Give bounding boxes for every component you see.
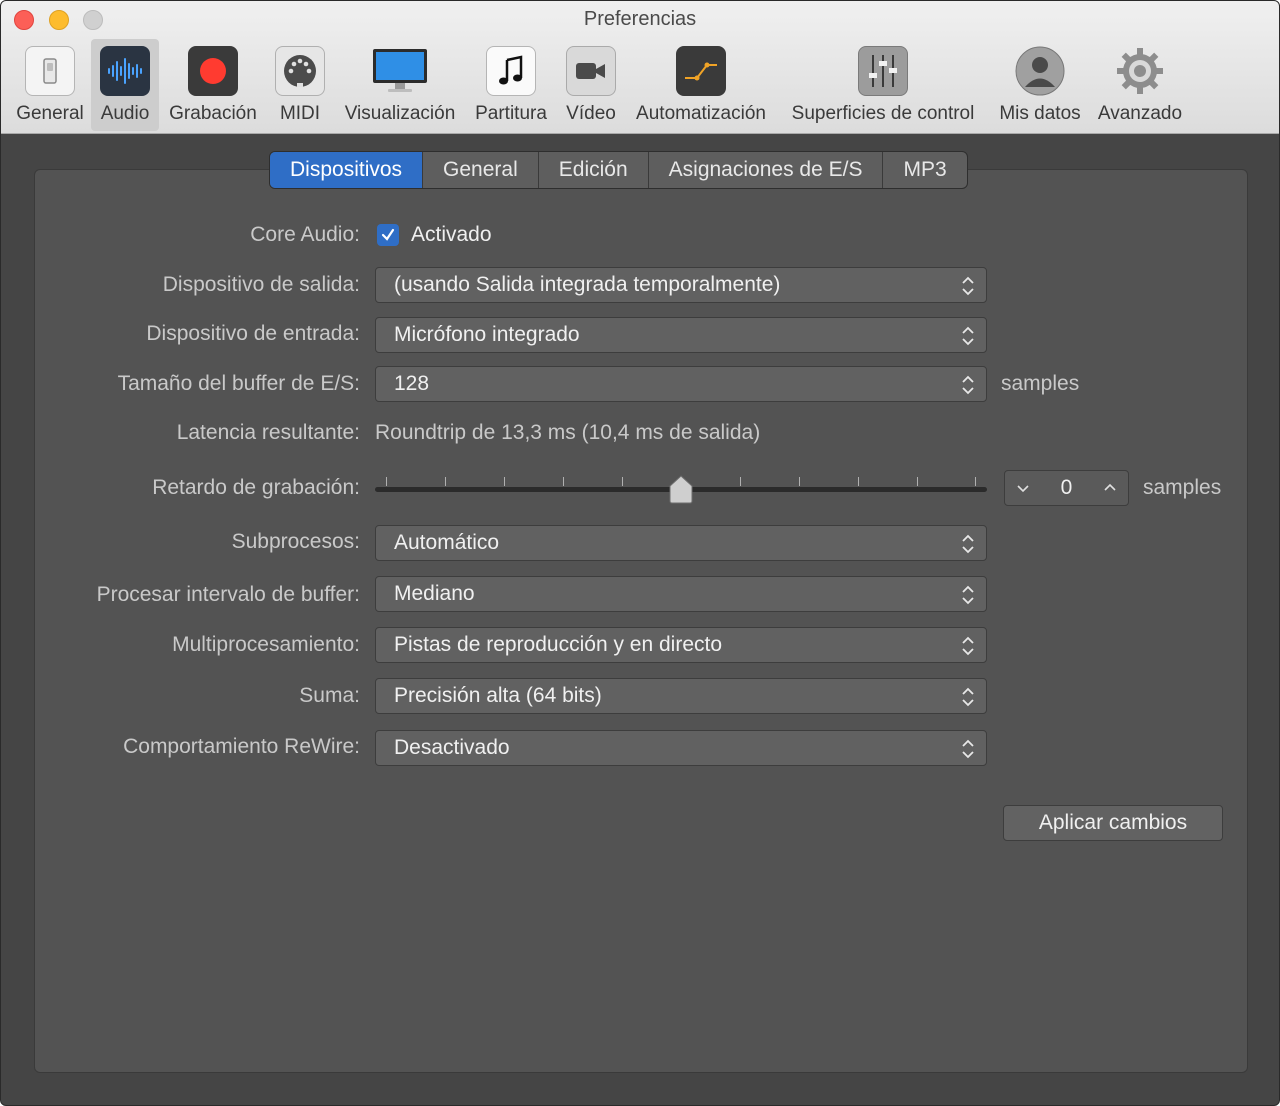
slider-tick [917,477,918,486]
toolbar-item-audio[interactable]: Audio [91,39,159,131]
up-down-chevron-icon [962,636,974,656]
rewire-popup[interactable]: Desactivado [375,730,987,766]
summing-popup[interactable]: Precisión alta (64 bits) [375,678,987,714]
recording-delay-label: Retardo de grabación: [152,476,360,499]
multiprocessing-label: Multiprocesamiento: [172,633,360,656]
toolbar-item-video[interactable]: Vídeo [561,39,621,131]
process-buffer-range-value: Mediano [394,582,475,605]
threads-label: Subprocesos: [231,530,360,553]
recording-delay-stepper[interactable]: 0 [1004,470,1129,506]
tab-bar: Dispositivos General Edición Asignacione… [269,151,968,189]
monitor-icon [370,46,430,96]
buffer-size-popup[interactable]: 128 [375,366,987,402]
recording-delay-unit: samples [1143,476,1222,499]
gear-icon [1115,46,1165,96]
chevron-up-icon[interactable] [1100,478,1120,498]
video-camera-icon [566,46,616,96]
toolbar-item-control-surfaces[interactable]: Superficies de control [781,39,985,131]
toolbar-label: Partitura [475,103,547,124]
up-down-chevron-icon [962,326,974,346]
up-down-chevron-icon [962,276,974,296]
toolbar-item-display[interactable]: Visualización [339,39,461,131]
slider-tick [975,477,976,486]
input-device-label: Dispositivo de entrada: [146,322,360,345]
output-device-popup[interactable]: (usando Salida integrada temporalmente) [375,267,987,303]
toolbar-label: MIDI [279,103,321,124]
multiprocessing-value: Pistas de reproducción y en directo [394,633,723,656]
summing-value: Precisión alta (64 bits) [394,684,602,707]
tab-general[interactable]: General [422,152,538,188]
toolbar-item-midi[interactable]: MIDI [267,39,333,131]
threads-value: Automático [394,531,500,554]
slider-tick [799,477,800,486]
waveform-icon [100,46,150,96]
midi-connector-icon [275,46,325,96]
toolbar-label: Mis datos [999,103,1081,124]
up-down-chevron-icon [962,375,974,395]
slider-tick [445,477,446,486]
tab-mp3[interactable]: MP3 [882,152,966,188]
toolbar-item-general[interactable]: General [9,39,91,131]
buffer-size-label: Tamaño del buffer de E/S: [117,372,360,395]
music-note-icon [486,46,536,96]
apply-changes-button[interactable]: Aplicar cambios [1003,805,1223,841]
slider-tick [386,477,387,486]
buffer-size-value: 128 [394,372,430,395]
process-buffer-range-label: Procesar intervalo de buffer: [96,583,360,606]
toolbar-label: Superficies de control [791,103,975,124]
multiprocessing-popup[interactable]: Pistas de reproducción y en directo [375,627,987,663]
preferences-window: Preferencias General Audio Grabación MID… [0,0,1280,1106]
slider-tick [563,477,564,486]
faders-icon [858,46,908,96]
input-device-popup[interactable]: Micrófono integrado [375,317,987,353]
window-title: Preferencias [583,8,697,30]
slider-tick [858,477,859,486]
record-icon [188,46,238,96]
latency-value: Roundtrip de 13,3 ms (10,4 ms de salida) [375,421,761,444]
core-audio-checkbox[interactable] [377,224,399,246]
toolbar-label: Automatización [636,103,766,124]
toolbar-label: Vídeo [566,103,616,124]
up-down-chevron-icon [962,687,974,707]
toolbar-label: General [16,103,84,124]
tab-editing[interactable]: Edición [537,152,648,188]
output-device-value: (usando Salida integrada temporalmente) [394,273,781,296]
core-audio-label: Core Audio: [250,223,360,246]
toolbar-label: Avanzado [1097,103,1183,124]
latency-label: Latencia resultante: [176,421,360,444]
toolbar-item-my-info[interactable]: Mis datos [993,39,1087,131]
checkmark-icon [381,228,395,241]
summing-label: Suma: [299,684,360,707]
rewire-value: Desactivado [394,736,510,759]
process-buffer-range-popup[interactable]: Mediano [375,576,987,612]
buffer-size-unit: samples [1001,372,1080,395]
threads-popup[interactable]: Automático [375,525,987,561]
toolbar-label: Grabación [169,103,257,124]
settings-panel [34,169,1248,1073]
toolbar-item-recording[interactable]: Grabación [164,39,262,131]
up-down-chevron-icon [962,739,974,759]
core-audio-checkbox-label[interactable]: Activado [411,223,492,247]
toolbar-label: Visualización [344,103,456,124]
input-device-value: Micrófono integrado [394,323,580,346]
output-device-label: Dispositivo de salida: [162,273,360,296]
switch-icon [25,46,75,96]
tab-devices[interactable]: Dispositivos [270,152,423,188]
slider-tick [622,477,623,486]
user-silhouette-icon [1015,46,1065,96]
slider-tick [504,477,505,486]
toolbar-label: Audio [100,103,150,124]
tab-io-assignments[interactable]: Asignaciones de E/S [647,152,883,188]
up-down-chevron-icon [962,585,974,605]
rewire-label: Comportamiento ReWire: [123,735,360,758]
slider-knob[interactable] [668,475,694,505]
slider-tick [740,477,741,486]
toolbar-item-automation[interactable]: Automatización [629,39,773,131]
title-bar: Preferencias General Audio Grabación MID… [1,1,1279,134]
toolbar-item-score[interactable]: Partitura [467,39,555,131]
up-down-chevron-icon [962,534,974,554]
toolbar-item-advanced[interactable]: Avanzado [1093,39,1187,131]
automation-curve-icon [676,46,726,96]
